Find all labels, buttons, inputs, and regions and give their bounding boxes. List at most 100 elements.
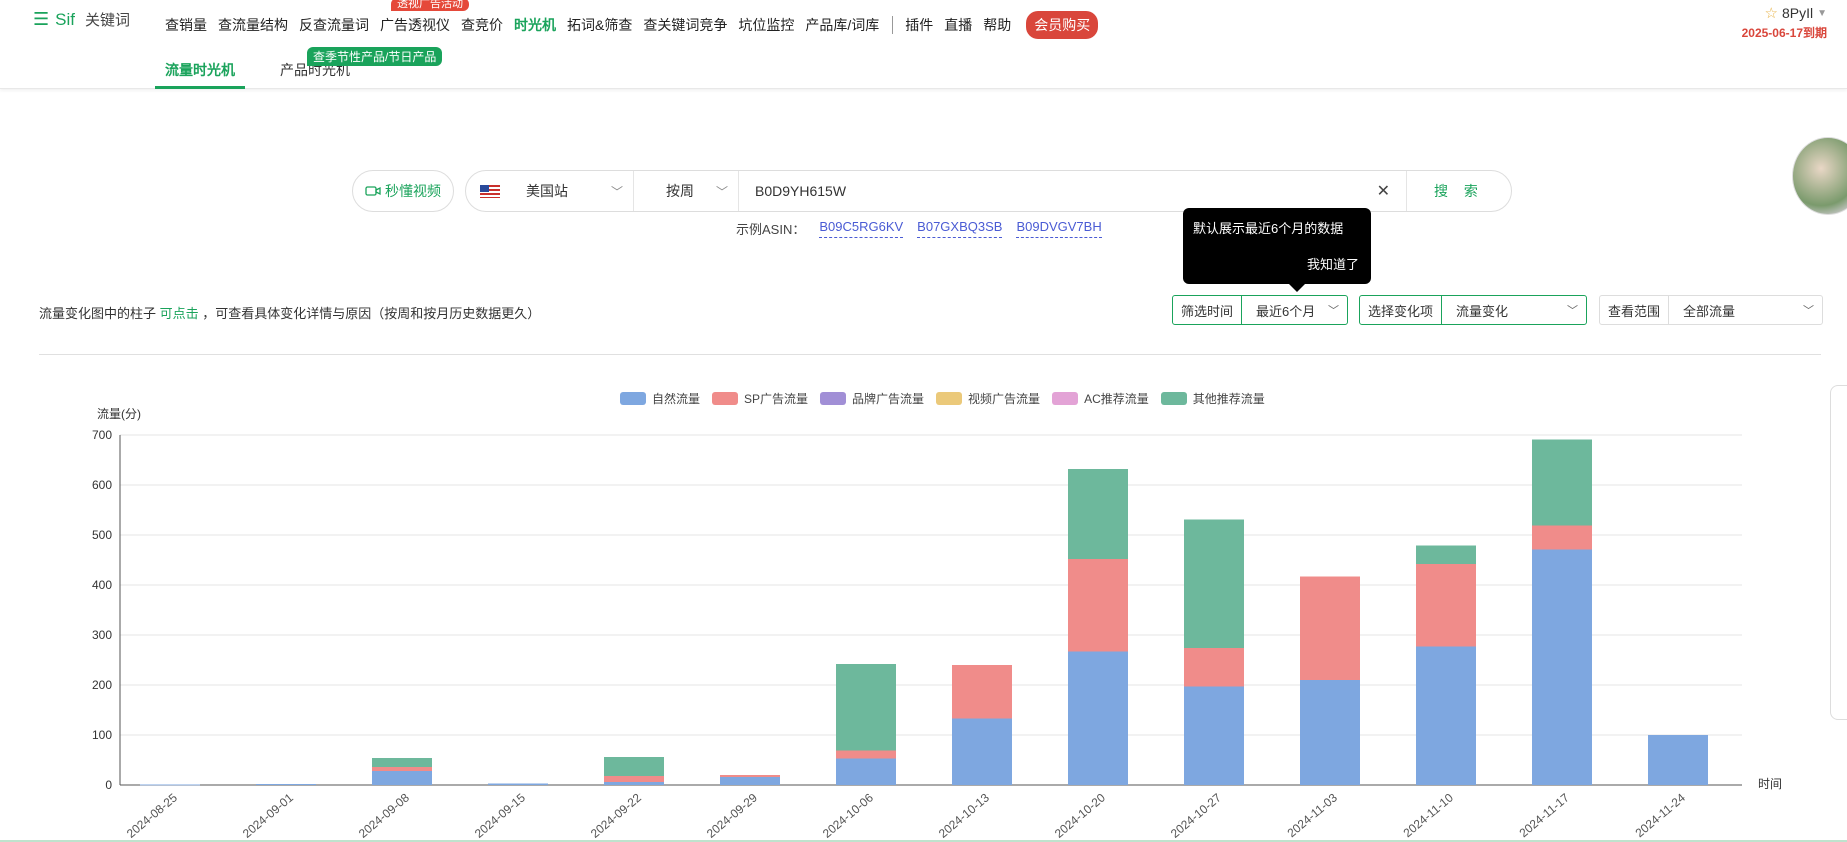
bar-segment[interactable] bbox=[1068, 469, 1128, 559]
support-avatar[interactable] bbox=[1792, 137, 1847, 215]
bar-segment[interactable] bbox=[604, 782, 664, 785]
vip-star-icon: ☆ bbox=[1764, 5, 1778, 22]
hint-link: 可点击 bbox=[159, 306, 199, 321]
top-navbar: ☰ Sif 关键词 查销量 查流量结构 反查流量词 广告透视仪 查竞价 时光机 拓词&筛查查… bbox=[0, 0, 1847, 40]
nav-item[interactable]: 查流量结构 bbox=[218, 15, 288, 35]
bar-segment[interactable] bbox=[1416, 545, 1476, 565]
nav-item[interactable]: 直播 bbox=[944, 15, 972, 35]
divider bbox=[39, 354, 1821, 355]
default-range-tooltip: 默认展示最近6个月的数据 我知道了 bbox=[1183, 208, 1371, 292]
time-filter[interactable]: 筛选时间 最近6个月 ﹀ bbox=[1172, 295, 1348, 325]
bar-segment[interactable] bbox=[488, 783, 548, 786]
nav-item[interactable]: 拓词&筛查 bbox=[567, 15, 632, 35]
bar-segment[interactable] bbox=[372, 758, 432, 767]
bar-segment[interactable] bbox=[1184, 519, 1244, 649]
y-tick-label: 200 bbox=[92, 678, 112, 692]
x-tick-label: 2024-09-29 bbox=[704, 790, 760, 840]
bar-segment[interactable] bbox=[836, 664, 896, 751]
x-tick-label: 2024-09-08 bbox=[356, 790, 412, 840]
bar-segment[interactable] bbox=[140, 784, 200, 786]
bar-segment[interactable] bbox=[256, 784, 316, 785]
bar-segment[interactable] bbox=[952, 718, 1012, 786]
x-tick-label: 2024-09-01 bbox=[240, 790, 296, 840]
hint-prefix: 流量变化图中的柱子 bbox=[39, 306, 157, 321]
chevron-down-icon: ﹀ bbox=[1567, 305, 1578, 317]
nav-item[interactable]: 坑位监控 bbox=[738, 15, 794, 35]
range-filter-value: 全部流量 bbox=[1683, 303, 1736, 319]
nav-item[interactable]: 时光机 bbox=[514, 15, 556, 35]
active-tab-indicator bbox=[155, 86, 245, 89]
bar-segment[interactable] bbox=[720, 777, 780, 785]
bar-segment[interactable] bbox=[1532, 549, 1592, 786]
marketplace-select[interactable]: 美国站 ﹀ bbox=[466, 171, 634, 211]
chevron-down-icon: ﹀ bbox=[1803, 305, 1814, 317]
hamburger-menu-icon[interactable]: ☰ bbox=[33, 9, 49, 30]
bar-segment[interactable] bbox=[720, 775, 780, 777]
x-tick-label: 2024-11-17 bbox=[1517, 790, 1573, 840]
bar-segment[interactable] bbox=[1184, 686, 1244, 786]
logo[interactable]: ☰ Sif 关键词 bbox=[33, 9, 130, 30]
bar-segment[interactable] bbox=[1532, 525, 1592, 550]
caret-down-icon[interactable]: ▼ bbox=[1817, 8, 1827, 19]
search-button[interactable]: 搜 索 bbox=[1406, 171, 1511, 211]
chart-hint: 流量变化图中的柱子 可点击 ，可查看具体变化详情与原因（按周和按月历史数据更久） bbox=[39, 303, 540, 322]
main-nav: 查销量 查流量结构 反查流量词 广告透视仪 查竞价 时光机 拓词&筛查 查关键词竞争 坑位监控产… bbox=[165, 11, 1099, 39]
side-panel[interactable] bbox=[1830, 385, 1847, 720]
nav-item[interactable]: 查关键词竞争 bbox=[643, 15, 727, 35]
bar-segment[interactable] bbox=[1300, 680, 1360, 785]
nav-item[interactable]: 查竞价 bbox=[461, 15, 503, 35]
example-asin-link[interactable]: B09DVGV7BH bbox=[1016, 219, 1102, 238]
time-filter-value: 最近6个月 bbox=[1256, 303, 1316, 319]
nav-item[interactable]: 广告透视仪 bbox=[380, 15, 450, 35]
bar-segment[interactable] bbox=[1068, 651, 1128, 786]
bar-segment[interactable] bbox=[1300, 576, 1360, 681]
change-filter-label: 选择变化项 bbox=[1360, 296, 1443, 324]
bar-segment[interactable] bbox=[1416, 646, 1476, 786]
example-asin-link[interactable]: B07GXBQ3SB bbox=[917, 219, 1003, 238]
nav-item[interactable]: 反查流量词 bbox=[299, 15, 369, 35]
x-tick-label: 2024-11-24 bbox=[1633, 790, 1689, 840]
nav-item[interactable]: 产品库/词库 bbox=[805, 15, 879, 35]
time-filter-label: 筛选时间 bbox=[1173, 296, 1243, 324]
y-tick-label: 300 bbox=[92, 628, 112, 642]
brand-subtitle: 关键词 bbox=[84, 12, 130, 29]
bar-segment[interactable] bbox=[372, 767, 432, 771]
chevron-down-icon: ﹀ bbox=[715, 184, 728, 199]
bar-segment[interactable] bbox=[604, 776, 664, 782]
nav-item[interactable]: 帮助 bbox=[983, 15, 1011, 35]
video-tutorial-button[interactable]: 秒懂视频 bbox=[352, 170, 454, 212]
user-menu[interactable]: ☆ 8PyIl ▼ 2025-06-17到期 bbox=[1742, 4, 1827, 41]
bar-segment[interactable] bbox=[836, 758, 896, 786]
tooltip-arrow bbox=[1289, 284, 1305, 292]
x-tick-label: 2024-11-03 bbox=[1285, 790, 1341, 840]
bar-segment[interactable] bbox=[372, 771, 432, 785]
chevron-down-icon: ﹀ bbox=[1328, 305, 1339, 317]
bar-segment[interactable] bbox=[1416, 564, 1476, 647]
video-tutorial-label: 秒懂视频 bbox=[385, 183, 441, 199]
nav-item[interactable]: 插件 bbox=[905, 15, 933, 35]
tooltip-dismiss-button[interactable]: 我知道了 bbox=[1307, 254, 1359, 273]
range-filter[interactable]: 查看范围 全部流量 ﹀ bbox=[1599, 295, 1823, 325]
example-asin-link[interactable]: B09C5RG6KV bbox=[819, 219, 904, 238]
bar-segment[interactable] bbox=[1648, 735, 1708, 785]
example-label: 示例ASIN： bbox=[736, 222, 806, 237]
bar-segment[interactable] bbox=[836, 750, 896, 759]
period-select[interactable]: 按周 ﹀ bbox=[634, 171, 739, 211]
change-item-filter[interactable]: 选择变化项 流量变化 ﹀ bbox=[1359, 295, 1587, 325]
bar-segment[interactable] bbox=[604, 757, 664, 776]
username: 8PyIl bbox=[1781, 5, 1814, 21]
tab-traffic-time-machine[interactable]: 流量时光机 bbox=[165, 60, 235, 80]
asin-input[interactable] bbox=[755, 183, 1355, 199]
buy-membership-button[interactable]: 会员购买 bbox=[1026, 11, 1099, 39]
y-axis-title: 流量(分) bbox=[97, 407, 141, 421]
bar-segment[interactable] bbox=[1532, 439, 1592, 526]
membership-expiry: 2025-06-17到期 bbox=[1741, 26, 1827, 40]
asin-input-wrapper: ✕ bbox=[739, 171, 1406, 211]
x-tick-label: 2024-08-25 bbox=[124, 790, 180, 840]
clear-icon[interactable]: ✕ bbox=[1377, 181, 1390, 201]
bar-segment[interactable] bbox=[1184, 648, 1244, 687]
bar-segment[interactable] bbox=[952, 665, 1012, 719]
nav-item[interactable]: 查销量 bbox=[165, 15, 207, 35]
x-tick-label: 2024-09-22 bbox=[588, 790, 644, 840]
bar-segment[interactable] bbox=[1068, 559, 1128, 652]
